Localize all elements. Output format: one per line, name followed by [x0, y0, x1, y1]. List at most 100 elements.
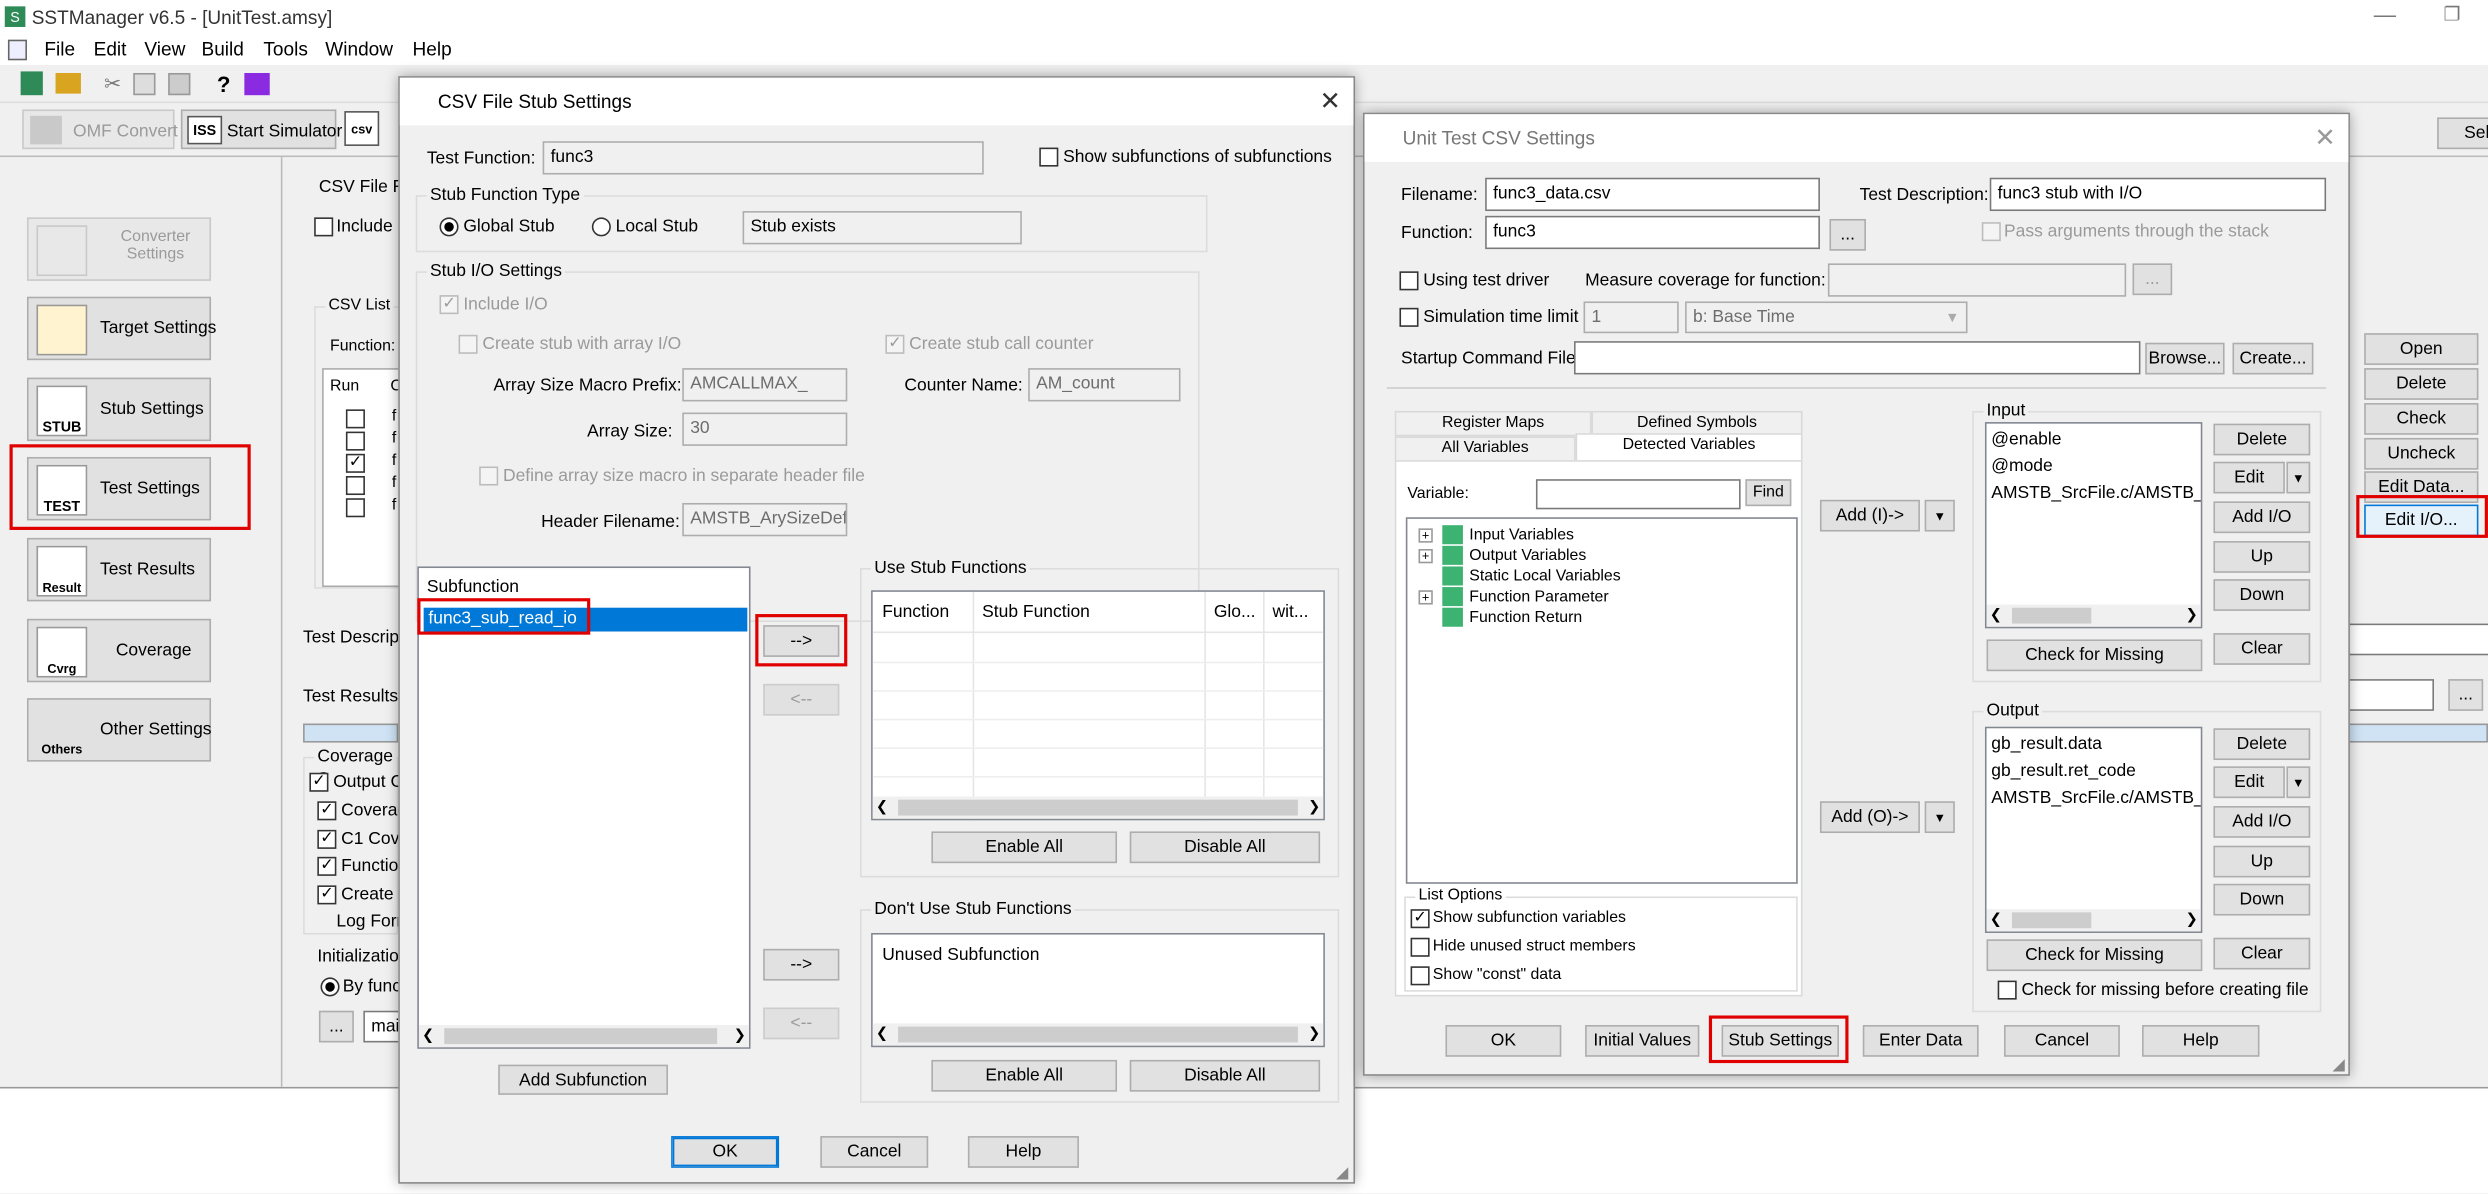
sidebar-item-test-settings[interactable]: TEST Test Settings — [26, 456, 212, 521]
menu-view[interactable]: View — [144, 38, 185, 60]
close-icon[interactable]: ✕ — [2314, 122, 2335, 154]
scroll-thumb[interactable] — [898, 1026, 1298, 1043]
tab-register-maps[interactable]: Register Maps — [1394, 410, 1592, 437]
paste-icon[interactable] — [168, 72, 191, 96]
include-subfunctions-checkbox[interactable] — [314, 217, 334, 237]
startup-command-field[interactable] — [1574, 341, 2141, 375]
edit-data-button[interactable]: Edit Data... — [2364, 471, 2479, 503]
stub-settings-button[interactable]: Stub Settings — [1721, 1025, 1839, 1057]
column-header[interactable]: Function — [882, 601, 949, 623]
open-folder-icon[interactable] — [55, 72, 81, 94]
scroll-thumb[interactable] — [898, 799, 1298, 816]
global-stub-radio[interactable] — [439, 217, 459, 237]
list-item[interactable]: gb_result.data — [1987, 731, 2201, 758]
input-scrollbar[interactable]: ❮ ❯ — [1986, 604, 2201, 627]
list-item[interactable]: @mode — [1987, 454, 2201, 481]
csv-icon[interactable]: csv — [344, 111, 380, 146]
sidebar-item-other-settings[interactable]: Others Other Settings — [26, 698, 212, 762]
menu-edit[interactable]: Edit — [94, 38, 127, 60]
new-project-icon[interactable] — [20, 71, 43, 96]
minimize-icon[interactable]: — — [2374, 3, 2396, 25]
menu-help[interactable]: Help — [413, 38, 452, 60]
run-checkbox-1[interactable] — [345, 409, 365, 429]
variable-search-input[interactable] — [1535, 479, 1741, 510]
run-checkbox-2[interactable] — [345, 431, 365, 451]
run-checkbox-3[interactable]: ✓ — [345, 453, 365, 473]
tab-all-variables[interactable]: All Variables — [1394, 436, 1576, 462]
run-checkbox-5[interactable] — [345, 498, 365, 518]
local-stub-radio[interactable] — [591, 217, 611, 237]
scroll-right-icon[interactable]: ❯ — [734, 1027, 746, 1044]
ok-button[interactable]: OK — [671, 1136, 780, 1168]
input-clear-button[interactable]: Clear — [2213, 633, 2311, 665]
tab-detected-variables[interactable]: Detected Variables — [1575, 433, 1803, 462]
initial-values-button[interactable]: Initial Values — [1585, 1025, 1700, 1057]
using-test-driver-checkbox[interactable] — [1399, 271, 1419, 291]
scroll-thumb[interactable] — [2011, 607, 2092, 624]
run-checkbox-4[interactable] — [345, 476, 365, 496]
function-coverage-checkbox[interactable]: ✓ — [317, 856, 337, 876]
simulation-time-limit-checkbox[interactable] — [1399, 307, 1419, 327]
sidebar-item-test-results[interactable]: Result Test Results — [26, 537, 212, 602]
show-const-data-checkbox[interactable] — [1410, 966, 1430, 986]
menu-build[interactable]: Build — [202, 38, 244, 60]
scroll-thumb[interactable] — [2011, 912, 2092, 929]
input-down-button[interactable]: Down — [2213, 579, 2311, 611]
sidebar-item-target-settings[interactable]: Target Settings — [26, 296, 216, 361]
init-ellipsis-button[interactable]: ... — [318, 1010, 354, 1043]
coverage-checkbox[interactable]: ✓ — [317, 801, 337, 821]
cancel-button[interactable]: Cancel — [2004, 1025, 2120, 1057]
close-icon[interactable]: ✕ — [1319, 86, 1340, 118]
column-header[interactable]: Stub Function — [982, 601, 1090, 623]
output-clear-button[interactable]: Clear — [2213, 937, 2311, 970]
dont-enable-all-button[interactable]: Enable All — [931, 1059, 1118, 1092]
restore-icon[interactable]: ❐ — [2444, 3, 2461, 25]
add-output-dropdown[interactable]: ▼ — [1924, 801, 1955, 834]
function-browse-button[interactable]: ... — [1829, 218, 1866, 251]
scroll-thumb[interactable] — [444, 1028, 718, 1045]
scroll-right-icon[interactable]: ❯ — [1308, 1025, 1320, 1042]
column-header[interactable]: wit... — [1273, 601, 1309, 623]
test-description-field[interactable]: func3 stub with I/O — [1989, 177, 2327, 212]
list-item[interactable]: func3_sub_read_io — [423, 607, 748, 632]
use-disable-all-button[interactable]: Disable All — [1129, 831, 1321, 864]
scroll-left-icon[interactable]: ❮ — [876, 1025, 888, 1042]
scroll-right-icon[interactable]: ❯ — [2186, 606, 2198, 623]
cancel-button[interactable]: Cancel — [820, 1136, 929, 1168]
create-coverage-checkbox[interactable]: ✓ — [317, 885, 337, 905]
menu-window[interactable]: Window — [325, 38, 393, 60]
start-simulator-button[interactable]: ISS Start Simulator — [180, 109, 342, 150]
output-down-button[interactable]: Down — [2213, 883, 2311, 916]
resize-grip-icon[interactable]: ◢ — [2332, 1055, 2344, 1077]
bg-ellipsis-button[interactable]: ... — [2448, 679, 2484, 711]
output-edit-button[interactable]: Edit — [2213, 766, 2285, 799]
list-item[interactable]: @enable — [1987, 427, 2201, 454]
add-output-button[interactable]: Add (O)-> — [1819, 801, 1920, 834]
bg-field-1[interactable] — [2348, 623, 2488, 656]
input-list[interactable]: @enable @mode AMSTB_SrcFile.c/AMSTB_func… — [1984, 422, 2203, 629]
dont-use-scrollbar[interactable]: ❮ ❯ — [872, 1023, 1324, 1046]
resize-grip-icon[interactable]: ◢ — [1336, 1163, 1348, 1185]
output-check-missing-button[interactable]: Check for Missing — [1986, 939, 2203, 972]
input-delete-button[interactable]: Delete — [2213, 423, 2311, 456]
sidebar-item-coverage[interactable]: Cvrg Coverage — [26, 618, 212, 683]
help-button[interactable]: Help — [2142, 1025, 2260, 1057]
column-header[interactable]: Glo... — [1214, 601, 1256, 623]
output-coverage-checkbox[interactable]: ✓ — [309, 772, 329, 792]
uncheck-button[interactable]: Uncheck — [2364, 437, 2479, 470]
browse-button[interactable]: Browse... — [2145, 342, 2225, 375]
input-add-io-button[interactable]: Add I/O — [2213, 501, 2311, 534]
copy-icon[interactable] — [133, 72, 156, 96]
scroll-left-icon[interactable]: ❮ — [422, 1027, 434, 1044]
use-table-scrollbar[interactable]: ❮ ❯ — [872, 796, 1324, 819]
use-enable-all-button[interactable]: Enable All — [931, 831, 1118, 864]
menu-tools[interactable]: Tools — [263, 38, 307, 60]
unused-subfunction-header[interactable]: Unused Subfunction — [882, 944, 1039, 966]
init-main-field[interactable]: mai — [363, 1010, 402, 1043]
bg-field-2[interactable] — [2348, 679, 2434, 711]
hide-unused-struct-checkbox[interactable] — [1410, 937, 1430, 957]
by-function-radio[interactable] — [320, 977, 340, 997]
menu-file[interactable]: File — [44, 38, 75, 60]
output-up-button[interactable]: Up — [2213, 845, 2311, 878]
input-up-button[interactable]: Up — [2213, 541, 2311, 573]
